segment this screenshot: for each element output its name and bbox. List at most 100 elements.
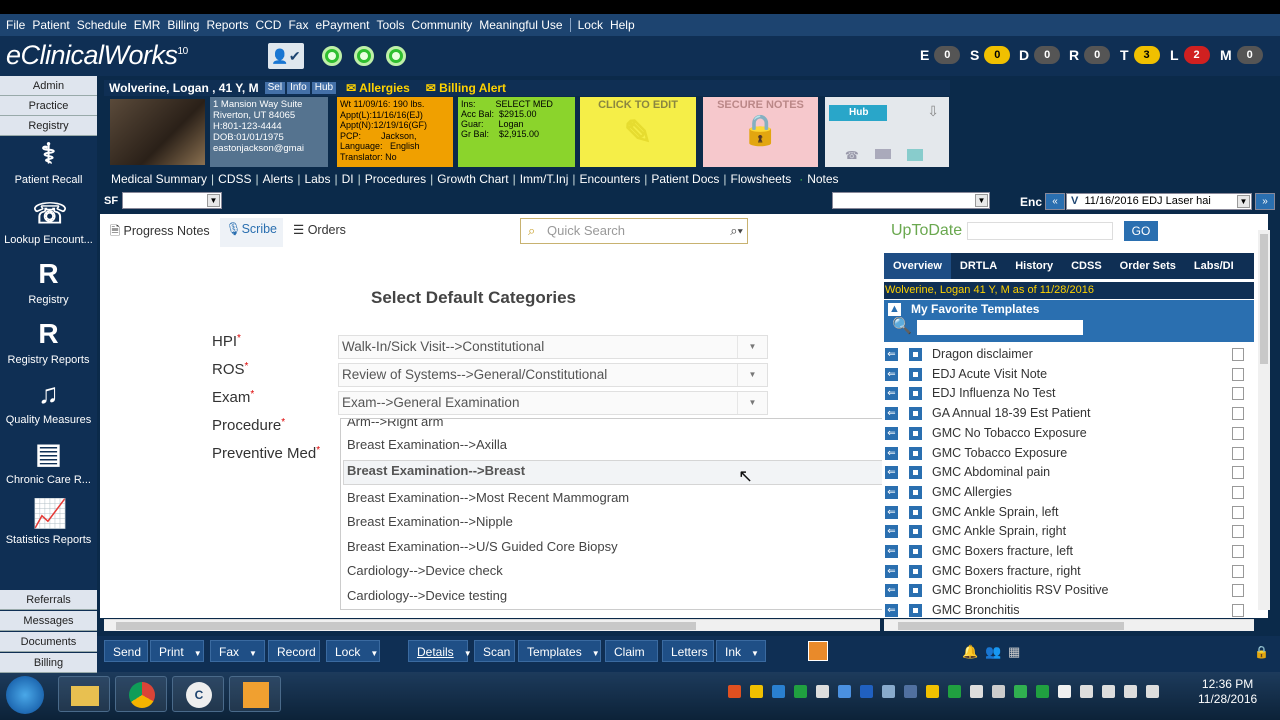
dropdown-option[interactable]: Breast Examination-->Most Recent Mammogr… [347,490,629,505]
dropdown-option[interactable]: Breast Examination-->Nipple [347,514,513,529]
template-row[interactable]: ⇐ Dragon disclaimer [884,346,1254,365]
preview-icon[interactable] [1232,545,1244,558]
tab-progress-notes[interactable]: 🗎 Progress Notes [104,218,216,247]
preview-icon[interactable] [1232,348,1244,361]
template-row[interactable]: ⇐ EDJ Influenza No Test [884,385,1254,404]
click-to-edit-box[interactable]: CLICK TO EDIT ✎ [580,97,696,167]
calendar-icon[interactable]: ▦ [1008,644,1020,660]
tab-cdss[interactable]: CDSS [218,172,251,186]
tray-icon[interactable] [772,685,785,698]
tray-icon[interactable] [1124,685,1137,698]
tab-labs[interactable]: Labs [304,172,330,186]
tab-medical-summary[interactable]: Medical Summary [111,172,207,186]
sidebar-item-quality-measures[interactable]: ♫ Quality Measures [0,378,97,426]
dropdown-option[interactable]: Cardiology-->Device check [347,563,503,578]
tag-info[interactable]: Info [287,82,310,94]
quick-search-input[interactable]: ⌕ Quick Search ⌕▾ [520,218,748,244]
tray-icon[interactable] [970,685,983,698]
tab-alerts[interactable]: Alerts [263,172,294,186]
tab-encounters[interactable]: Encounters [580,172,641,186]
download-icon[interactable]: ⇩ [927,103,939,120]
preview-icon[interactable] [1232,505,1244,519]
arrow-left-icon[interactable]: ⇐ [885,525,898,539]
sidebar-documents-button[interactable]: Documents [0,632,97,652]
arrow-left-icon[interactable]: ⇐ [885,466,898,480]
preview-icon[interactable] [1232,466,1244,480]
counter-t[interactable]: T3 [1120,46,1160,64]
template-row[interactable]: ⇐ GMC Bronchiolitis RSV Positive [884,582,1254,601]
sidebar-item-patient-recall[interactable]: ⚕ Patient Recall [0,138,97,186]
template-row[interactable]: ⇐ GMC Ankle Sprain, left [884,504,1254,523]
menu-meaningful-use[interactable]: Meaningful Use [479,18,562,32]
tab-scribe[interactable]: 🎙Scribe [219,218,283,247]
filter-select[interactable]: ▼ [832,192,990,209]
dropdown-option[interactable]: Cardiology-->Device testing [347,588,507,603]
preview-icon[interactable] [1232,446,1244,460]
template-square-icon[interactable] [909,407,922,421]
uptodate-search-input[interactable] [967,222,1113,240]
sidebar-messages-button[interactable]: Messages [0,611,97,631]
counter-l[interactable]: L2 [1170,46,1210,64]
preview-icon[interactable] [1232,426,1244,440]
menu-file[interactable]: File [6,18,25,32]
secure-notes-box[interactable]: SECURE NOTES 🔒 [703,97,818,167]
tab-procedures[interactable]: Procedures [365,172,426,186]
menu-emr[interactable]: EMR [134,18,161,32]
field-select-hpi[interactable]: Walk-In/Sick Visit-->Constitutional ▼ [338,335,768,359]
enc-prev-button[interactable]: « [1045,193,1065,210]
dropdown-option[interactable]: Breast Examination-->U/S Guided Core Bio… [347,539,618,554]
counter-e[interactable]: E0 [920,46,961,64]
preview-icon[interactable] [1232,407,1244,421]
menu-billing[interactable]: Billing [167,18,199,32]
tray-icon[interactable] [860,685,873,698]
status-light-1[interactable] [322,46,342,66]
sidebar-registry-button[interactable]: Registry [0,116,97,136]
lock-icon[interactable]: 🔒 [1254,645,1269,659]
counter-m[interactable]: M0 [1220,46,1263,64]
exam-dropdown-list[interactable]: Arm-->Right arm Breast Examination-->Axil… [340,418,884,610]
tray-icon[interactable] [992,685,1005,698]
bell-icon[interactable]: 🔔 [962,644,978,660]
template-square-icon[interactable] [909,466,922,480]
template-row[interactable]: ⇐ GMC Boxers fracture, right [884,563,1254,582]
template-square-icon[interactable] [909,387,922,401]
toolbar-claim-button[interactable]: Claim [605,640,658,662]
tag-sel[interactable]: Sel [264,82,286,94]
file-explorer-icon[interactable] [58,676,110,712]
preview-icon[interactable] [1232,367,1244,381]
arrow-left-icon[interactable]: ⇐ [885,604,898,618]
patient-photo[interactable] [110,99,205,165]
menu-patient[interactable]: Patient [32,18,69,32]
arrow-left-icon[interactable]: ⇐ [885,426,898,440]
arrow-left-icon[interactable]: ⇐ [885,545,898,558]
sidebar-item-statistics-reports[interactable]: 📈 Statistics Reports [0,498,97,546]
template-square-icon[interactable] [909,348,922,361]
template-row[interactable]: ⇐ GMC No Tobacco Exposure [884,425,1254,444]
patient-insurance-box[interactable]: Ins: SELECT MED Acc Bal: $2915.00 Guar: Lo… [458,97,575,167]
enc-next-button[interactable]: » [1255,193,1275,210]
template-row[interactable]: ⇐ GMC Allergies [884,484,1254,503]
chevron-down-icon[interactable]: ▼ [737,392,767,414]
sidebar-item-lookup-encount[interactable]: ☏ Lookup Encount... [0,198,97,246]
menu-tools[interactable]: Tools [377,18,405,32]
template-square-icon[interactable] [909,426,922,440]
arrow-left-icon[interactable]: ⇐ [885,485,898,499]
menu-reports[interactable]: Reports [206,18,248,32]
arrow-left-icon[interactable]: ⇐ [885,407,898,421]
arrow-left-icon[interactable]: ⇐ [885,387,898,401]
sms-icon[interactable] [875,149,891,159]
chrome-icon[interactable] [115,676,167,712]
template-square-icon[interactable] [909,446,922,460]
billing-alert-link[interactable]: ✉ Billing Alert [426,81,506,95]
template-square-icon[interactable] [909,604,922,618]
template-square-icon[interactable] [909,505,922,519]
toolbar-letters-button[interactable]: Letters [662,640,714,662]
tray-icon[interactable] [1102,685,1115,698]
template-square-icon[interactable] [909,367,922,381]
toolbar-lock-button[interactable]: Lock ▼ [326,640,380,662]
sidebar-referrals-button[interactable]: Referrals [0,590,97,610]
sidebar-item-chronic-care-r[interactable]: ▤ Chronic Care R... [0,438,97,486]
sidebar-admin-button[interactable]: Admin [0,76,97,96]
toolbar-record-button[interactable]: Record [268,640,320,662]
sidebar-item-registry-reports[interactable]: R Registry Reports [0,318,97,366]
